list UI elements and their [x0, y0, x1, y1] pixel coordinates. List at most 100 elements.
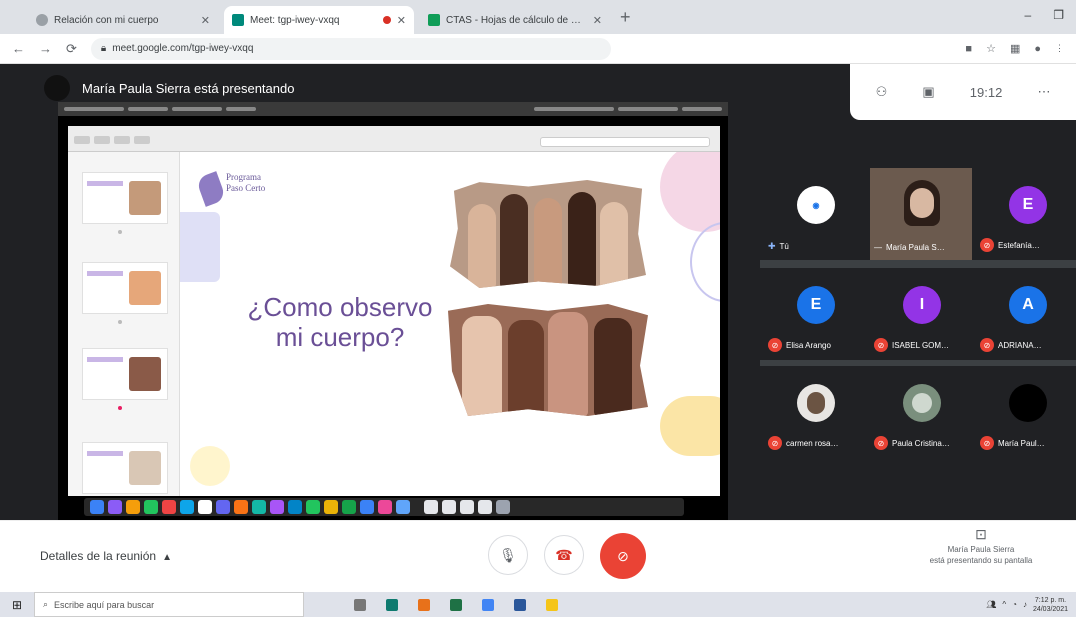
task-view-icon[interactable] [354, 598, 366, 611]
meet-stage: María Paula Sierra está presentando ⚇ ▣ … [0, 64, 1076, 520]
participant-name: Estefanía… [998, 240, 1040, 250]
activities-icon[interactable]: ⋯ [1037, 84, 1050, 100]
meet-bottom-bar: Detalles de la reunión ▲ 🎙︎ ☎︎ ⊘ ⊡ María … [0, 520, 1076, 592]
tray-clock[interactable]: 7:12 p. m. 24/03/2021 [1033, 596, 1068, 614]
profile-icon[interactable]: ● [1034, 43, 1041, 55]
women-group-photo [450, 180, 646, 288]
browser-actions: ■ ☆ ▦ ● ⋮ [965, 42, 1064, 56]
browser-tab-relacion[interactable]: Relación con mi cuerpo ✕ [28, 6, 218, 34]
participant-name: Paula Cristina… [892, 438, 950, 448]
chrome-icon[interactable] [418, 598, 430, 611]
meet-top-right-panel: ⚇ ▣ 19:12 ⋯ [850, 64, 1076, 120]
slide-thumbnail[interactable] [82, 348, 168, 400]
globe-icon [36, 14, 48, 26]
presentation-window: Programa Paso Certo ¿Como observo mi cuerp… [68, 126, 720, 496]
close-icon[interactable]: ✕ [593, 14, 602, 27]
slide-thumbnail[interactable] [82, 262, 168, 314]
mic-icon: 🎙︎ [499, 546, 517, 563]
camera-indicator-icon[interactable]: ■ [965, 43, 972, 55]
more-icon[interactable]: — [874, 243, 882, 252]
mic-off-icon: ⊘ [980, 338, 994, 352]
wifi-icon[interactable]: ◔ [1012, 600, 1017, 609]
pin-icon[interactable]: ✚ [768, 241, 776, 252]
mac-dock [84, 498, 684, 516]
search-icon: ⌕ [43, 599, 49, 609]
recording-dot-icon [382, 16, 391, 24]
taskbar-search-placeholder: Escribe aquí para buscar [54, 599, 155, 610]
taskbar-search[interactable]: ⌕ Escribe aquí para buscar [34, 592, 304, 617]
close-icon[interactable]: ✕ [201, 14, 210, 27]
new-tab-button[interactable]: + [620, 7, 631, 28]
presenting-name: María Paula Sierra [947, 545, 1015, 554]
url-text: meet.google.com/tgp-iwey-vxqq [112, 43, 254, 54]
chrome-profile-icon[interactable] [482, 598, 494, 611]
meeting-clock: 19:12 [969, 84, 1003, 100]
participant-tile[interactable]: ⊘ Paula Cristina… [866, 366, 978, 458]
chat-icon[interactable]: ▣ [922, 84, 934, 100]
participant-tile[interactable]: I ⊘ ISABEL GOM… [866, 268, 978, 360]
slide-thumbnail[interactable] [82, 442, 168, 494]
url-field[interactable]: 🔒︎ meet.google.com/tgp-iwey-vxqq [90, 37, 611, 60]
back-icon[interactable]: ← [12, 41, 25, 56]
mic-off-icon: ⊘ [768, 436, 782, 450]
participant-tile[interactable]: ⊘ carmen rosa… [760, 366, 872, 458]
address-bar: ← → ⟳ 🔒︎ meet.google.com/tgp-iwey-vxqq ■… [0, 34, 1076, 64]
microphone-button[interactable]: 🎙︎ [488, 535, 528, 575]
mic-off-icon: ⊘ [874, 338, 888, 352]
slide-heading: ¿Como observo mi cuerpo? [247, 292, 433, 352]
screen-root: Relación con mi cuerpo ✕ Meet: tgp-iwey-… [0, 0, 1076, 617]
lock-icon: 🔒︎ [100, 43, 107, 54]
participant-tile[interactable]: A ⊘ ADRIANA… [972, 268, 1076, 360]
browser-tab-sheets[interactable]: CTAS - Hojas de cálculo de Go… ✕ [420, 6, 610, 34]
chevron-up-icon[interactable]: ^ [1002, 600, 1006, 609]
taskbar-pinned-apps [354, 598, 558, 611]
forward-icon[interactable]: → [39, 41, 52, 56]
participant-name: María Paula S… [886, 243, 945, 252]
participants-grid: ◉ ✚ Tú — María Paula S… E ⊘ Estefanía… E ⊘ E… [760, 168, 1076, 458]
file-explorer-icon[interactable] [546, 598, 558, 611]
mic-off-icon: ⊘ [874, 436, 888, 450]
slide-thumbnail[interactable] [82, 172, 168, 224]
star-icon[interactable]: ☆ [986, 42, 996, 55]
close-icon[interactable]: ✕ [397, 14, 406, 27]
maximize-button[interactable]: ❐ [1053, 8, 1064, 22]
camera-off-button[interactable]: ⊘ [600, 533, 646, 579]
participant-name: carmen rosa… [786, 438, 839, 448]
window-controls: – ❐ [1025, 8, 1064, 22]
tray-time: 7:12 p. m. [1034, 596, 1067, 604]
minimize-button[interactable]: – [1025, 8, 1032, 22]
participant-tile[interactable]: E ⊘ Estefanía… [972, 168, 1076, 260]
participant-tile[interactable]: E ⊘ Elisa Arango [760, 268, 872, 360]
program-logo: Programa Paso Certo [195, 168, 300, 212]
avatar-photo [903, 384, 941, 422]
presentation-search-field[interactable] [540, 137, 710, 147]
tab-label: CTAS - Hojas de cálculo de Go… [446, 14, 587, 26]
participant-tile[interactable]: ⊘ María Paul… [972, 366, 1076, 458]
presenting-status[interactable]: ⊡ María Paula Sierra está presentando su… [916, 527, 1046, 566]
tray-date: 24/03/2021 [1032, 605, 1068, 613]
edge-icon[interactable] [386, 598, 398, 611]
people-icon[interactable]: ⚇ [876, 84, 888, 100]
leave-call-button[interactable]: ☎︎ [544, 535, 584, 575]
participant-tile[interactable]: — María Paula S… [866, 168, 978, 260]
logo-mark-icon [195, 171, 227, 207]
windows-taskbar: ⊞ ⌕ Escribe aquí para buscar 👥︎ ^ ◔ ♪ 7:… [0, 592, 1076, 617]
windows-start-button[interactable]: ⊞ [0, 592, 34, 617]
mic-off-icon: ⊘ [768, 338, 782, 352]
extensions-icon[interactable]: ▦ [1010, 42, 1020, 55]
meeting-details-button[interactable]: Detalles de la reunión ▲ [40, 549, 172, 563]
word-icon[interactable] [514, 598, 526, 611]
phone-hangup-icon: ☎︎ [555, 546, 573, 563]
avatar: A [1009, 286, 1047, 324]
reload-icon[interactable]: ⟳ [66, 41, 77, 57]
system-tray: 👥︎ ^ ◔ ♪ 7:12 p. m. 24/03/2021 [986, 596, 1076, 614]
excel-icon[interactable] [450, 598, 462, 611]
participant-tile[interactable]: ◉ ✚ Tú [760, 168, 872, 260]
volume-icon[interactable]: ♪ [1023, 600, 1027, 609]
browser-tab-meet[interactable]: Meet: tgp-iwey-vxqq ✕ [224, 6, 414, 34]
avatar-photo [797, 384, 835, 422]
presenter-banner: María Paula Sierra está presentando [44, 74, 294, 102]
people-tray-icon[interactable]: 👥︎ [986, 600, 996, 609]
camera-off-icon: ⊘ [617, 547, 629, 564]
menu-icon[interactable]: ⋮ [1055, 43, 1064, 54]
